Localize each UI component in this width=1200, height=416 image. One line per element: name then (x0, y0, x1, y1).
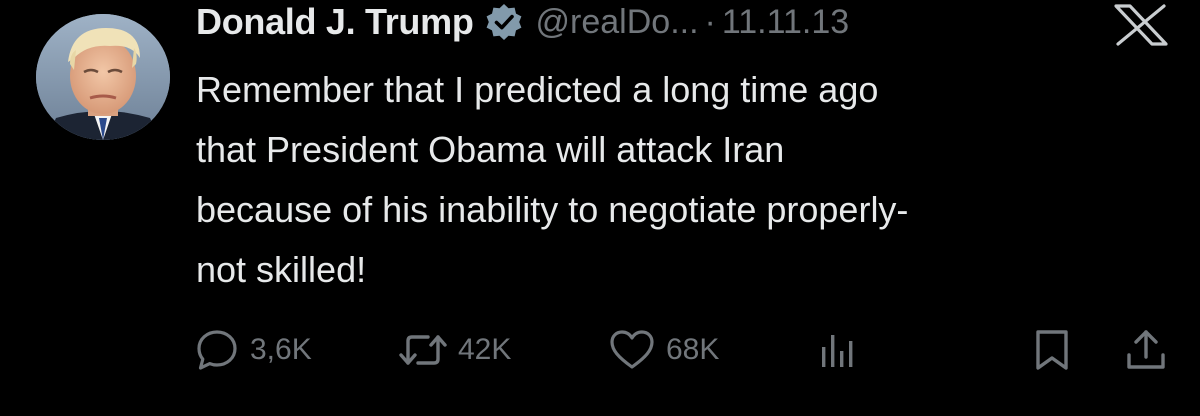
avatar[interactable] (36, 14, 170, 140)
profile-photo (36, 14, 170, 140)
share-button[interactable] (1124, 322, 1168, 378)
retweet-button[interactable]: 42K (398, 322, 511, 378)
tweet-header: Donald J. Trump @realDo... · 11.11.13 (196, 0, 849, 44)
like-button[interactable]: 68K (608, 322, 719, 378)
action-bar: 3,6K 42K 68K (0, 322, 1200, 378)
tweet-text-line: not skilled! (196, 249, 367, 290)
reply-count: 3,6K (250, 333, 312, 366)
tweet-text-line: because of his inability to negotiate pr… (196, 189, 909, 230)
retweet-icon (399, 335, 447, 365)
views-button[interactable] (818, 322, 858, 378)
views-icon (822, 335, 853, 367)
like-count: 68K (666, 333, 720, 366)
display-name[interactable]: Donald J. Trump (196, 1, 474, 43)
bookmark-button[interactable] (1032, 322, 1072, 378)
username-handle[interactable]: @realDo... (536, 3, 699, 42)
verified-badge-icon (484, 2, 524, 42)
share-icon (1127, 330, 1165, 369)
separator-dot: · (704, 2, 716, 41)
retweet-count: 42K (458, 333, 512, 366)
tweet-card: Donald J. Trump @realDo... · 11.11.13 Re… (0, 0, 1200, 416)
tweet-text: Remember that I predicted a long time ag… (196, 60, 1156, 300)
tweet-text-line: Remember that I predicted a long time ag… (196, 69, 879, 110)
heart-icon (610, 330, 654, 369)
x-logo-icon[interactable] (1112, 4, 1170, 46)
reply-button[interactable]: 3,6K (194, 322, 312, 378)
reply-icon (197, 330, 237, 370)
bookmark-icon (1036, 330, 1068, 370)
tweet-date[interactable]: 11.11.13 (722, 3, 849, 42)
tweet-text-line: that President Obama will attack Iran (196, 129, 785, 170)
